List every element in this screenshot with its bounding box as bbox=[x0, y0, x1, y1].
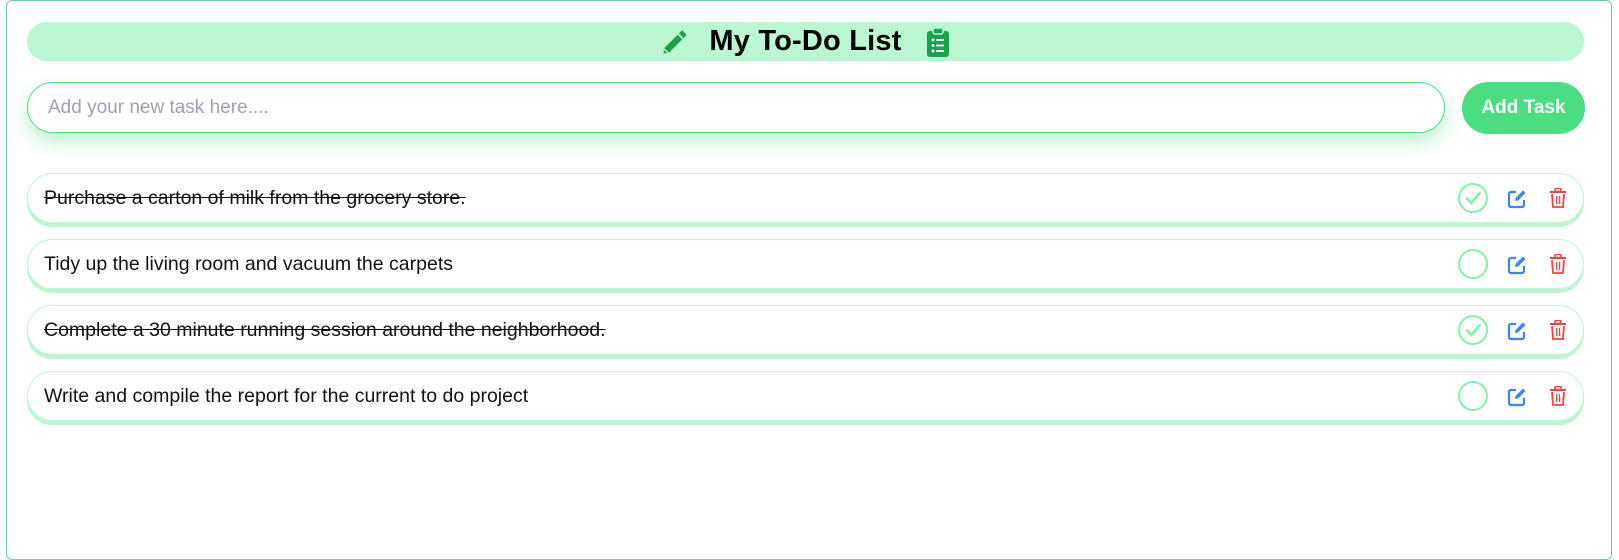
task-text: Complete a 30 minute running session aro… bbox=[44, 318, 606, 341]
check-circle-icon[interactable] bbox=[1458, 183, 1488, 213]
trash-icon[interactable] bbox=[1550, 253, 1566, 274]
task-text: Write and compile the report for the cur… bbox=[44, 384, 529, 407]
task-item: Complete a 30 minute running session aro… bbox=[27, 305, 1584, 355]
edit-icon[interactable] bbox=[1507, 387, 1527, 407]
task-text: Purchase a carton of milk from the groce… bbox=[44, 186, 466, 209]
edit-icon[interactable] bbox=[1507, 189, 1527, 209]
edit-icon[interactable] bbox=[1507, 321, 1527, 341]
clipboard-list-icon bbox=[924, 26, 952, 58]
add-task-button[interactable]: Add Task bbox=[1462, 82, 1585, 134]
check-circle-icon[interactable] bbox=[1458, 381, 1488, 411]
new-task-field bbox=[27, 82, 1445, 133]
check-circle-icon[interactable] bbox=[1458, 315, 1488, 345]
app-header: My To-Do List bbox=[27, 22, 1584, 61]
task-item: Tidy up the living room and vacuum the c… bbox=[27, 239, 1584, 289]
trash-icon[interactable] bbox=[1550, 385, 1566, 406]
task-item: Write and compile the report for the cur… bbox=[27, 371, 1584, 421]
task-item: Purchase a carton of milk from the groce… bbox=[27, 173, 1584, 223]
pencil-icon bbox=[659, 26, 691, 58]
new-task-input[interactable] bbox=[28, 83, 1444, 132]
trash-icon[interactable] bbox=[1550, 187, 1566, 208]
edit-icon[interactable] bbox=[1507, 255, 1527, 275]
task-text: Tidy up the living room and vacuum the c… bbox=[44, 252, 453, 275]
check-circle-icon[interactable] bbox=[1458, 249, 1488, 279]
trash-icon[interactable] bbox=[1550, 319, 1566, 340]
page-title: My To-Do List bbox=[709, 25, 902, 57]
